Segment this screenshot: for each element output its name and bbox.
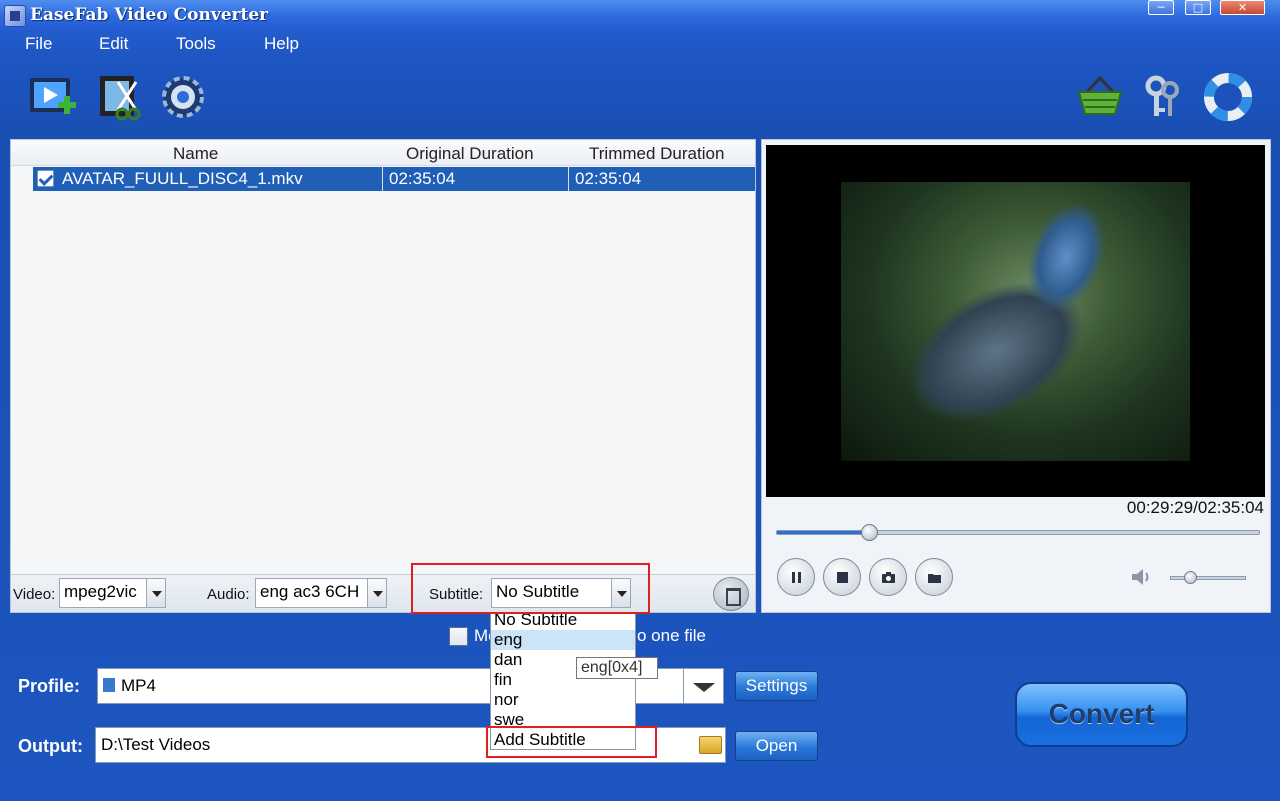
stop-icon — [837, 572, 848, 583]
column-separator — [382, 167, 383, 191]
edit-video-icon[interactable] — [96, 72, 146, 122]
folder-icon — [928, 574, 941, 583]
row-trimmed-duration: 02:35:04 — [575, 169, 642, 188]
keys-icon[interactable] — [1138, 72, 1188, 122]
row-file-name: AVATAR_FUULL_DISC4_1.mkv — [62, 169, 303, 188]
convert-button[interactable]: Convert — [1015, 682, 1188, 747]
seek-slider[interactable] — [776, 524, 1260, 541]
menu-tools[interactable]: Tools — [176, 34, 216, 54]
video-track-select[interactable]: mpeg2vic — [59, 578, 147, 608]
minimize-button[interactable]: ─ — [1148, 0, 1174, 15]
column-name[interactable]: Name — [173, 144, 218, 164]
snapshot-button[interactable] — [869, 558, 907, 596]
column-trimmed-duration[interactable]: Trimmed Duration — [589, 144, 724, 164]
row-original-duration: 02:35:04 — [389, 169, 456, 188]
playback-time: 00:29:29/02:35:04 — [1126, 498, 1264, 517]
pause-button[interactable] — [777, 558, 815, 596]
volume-handle[interactable] — [1183, 571, 1197, 584]
trash-icon[interactable] — [713, 577, 749, 611]
maximize-button[interactable]: □ — [1185, 0, 1211, 15]
output-label: Output: — [18, 736, 83, 756]
audio-label: Audio: — [207, 586, 250, 603]
audio-track-select[interactable]: eng ac3 6CH — [255, 578, 368, 608]
profile-value: MP4 — [121, 676, 156, 695]
open-folder-button[interactable] — [915, 558, 953, 596]
volume-icon[interactable] — [1130, 566, 1154, 588]
profile-dropdown-button[interactable] — [683, 668, 724, 704]
main-window: EaseFab Video Converter ─ □ ✕ File Edit … — [0, 0, 1280, 801]
window-title: EaseFab Video Converter — [30, 5, 269, 25]
menu-help[interactable]: Help — [264, 34, 299, 54]
subtitle-highlight-box — [411, 563, 650, 614]
subtitle-tooltip: eng[0x4] — [576, 657, 658, 679]
table-row[interactable]: AVATAR_FUULL_DISC4_1.mkv 02:35:04 02:35:… — [33, 167, 755, 191]
file-list-panel: Name Original Duration Trimmed Duration … — [10, 139, 756, 613]
title-bar[interactable]: EaseFab Video Converter ─ □ ✕ — [0, 0, 1280, 32]
subtitle-option-eng[interactable]: eng — [491, 630, 635, 650]
video-screen[interactable] — [766, 145, 1265, 497]
menu-bar: File Edit Tools Help — [0, 32, 1280, 58]
open-output-button[interactable]: Open — [735, 731, 818, 761]
app-logo-icon — [4, 5, 26, 27]
preview-panel: 00:29:29/02:35:04 — [761, 139, 1271, 613]
output-path-value: D:\Test Videos — [101, 735, 211, 754]
subtitle-option-nor[interactable]: nor — [491, 690, 635, 710]
stop-button[interactable] — [823, 558, 861, 596]
settings-gear-icon[interactable] — [158, 72, 208, 122]
video-frame-image — [841, 182, 1190, 461]
video-label: Video: — [13, 586, 56, 603]
row-checkbox[interactable] — [37, 170, 54, 187]
camera-icon — [882, 572, 895, 583]
merge-checkbox[interactable] — [449, 627, 468, 646]
column-original-duration[interactable]: Original Duration — [406, 144, 534, 164]
close-button[interactable]: ✕ — [1220, 0, 1265, 15]
chevron-down-icon — [693, 683, 715, 692]
column-separator — [568, 167, 569, 191]
video-dropdown-button[interactable] — [146, 578, 166, 608]
audio-dropdown-button[interactable] — [367, 578, 387, 608]
add-subtitle-highlight-box — [486, 726, 657, 758]
merge-label-end: o one file — [637, 626, 706, 645]
volume-slider[interactable] — [1170, 571, 1246, 584]
file-list-header: Name Original Duration Trimmed Duration — [11, 140, 755, 166]
menu-file[interactable]: File — [25, 34, 52, 54]
seek-handle[interactable] — [860, 524, 878, 541]
add-video-icon[interactable] — [28, 72, 78, 122]
profile-label: Profile: — [18, 676, 81, 696]
settings-button[interactable]: Settings — [735, 671, 818, 701]
shopping-basket-icon[interactable] — [1075, 72, 1125, 122]
seek-progress — [777, 531, 869, 534]
lifebuoy-icon[interactable] — [1203, 72, 1253, 122]
mp4-file-icon — [103, 678, 115, 692]
subtitle-option-none[interactable]: No Subtitle — [491, 613, 635, 630]
menu-edit[interactable]: Edit — [99, 34, 128, 54]
folder-icon[interactable] — [699, 736, 722, 754]
pause-icon — [792, 572, 801, 583]
